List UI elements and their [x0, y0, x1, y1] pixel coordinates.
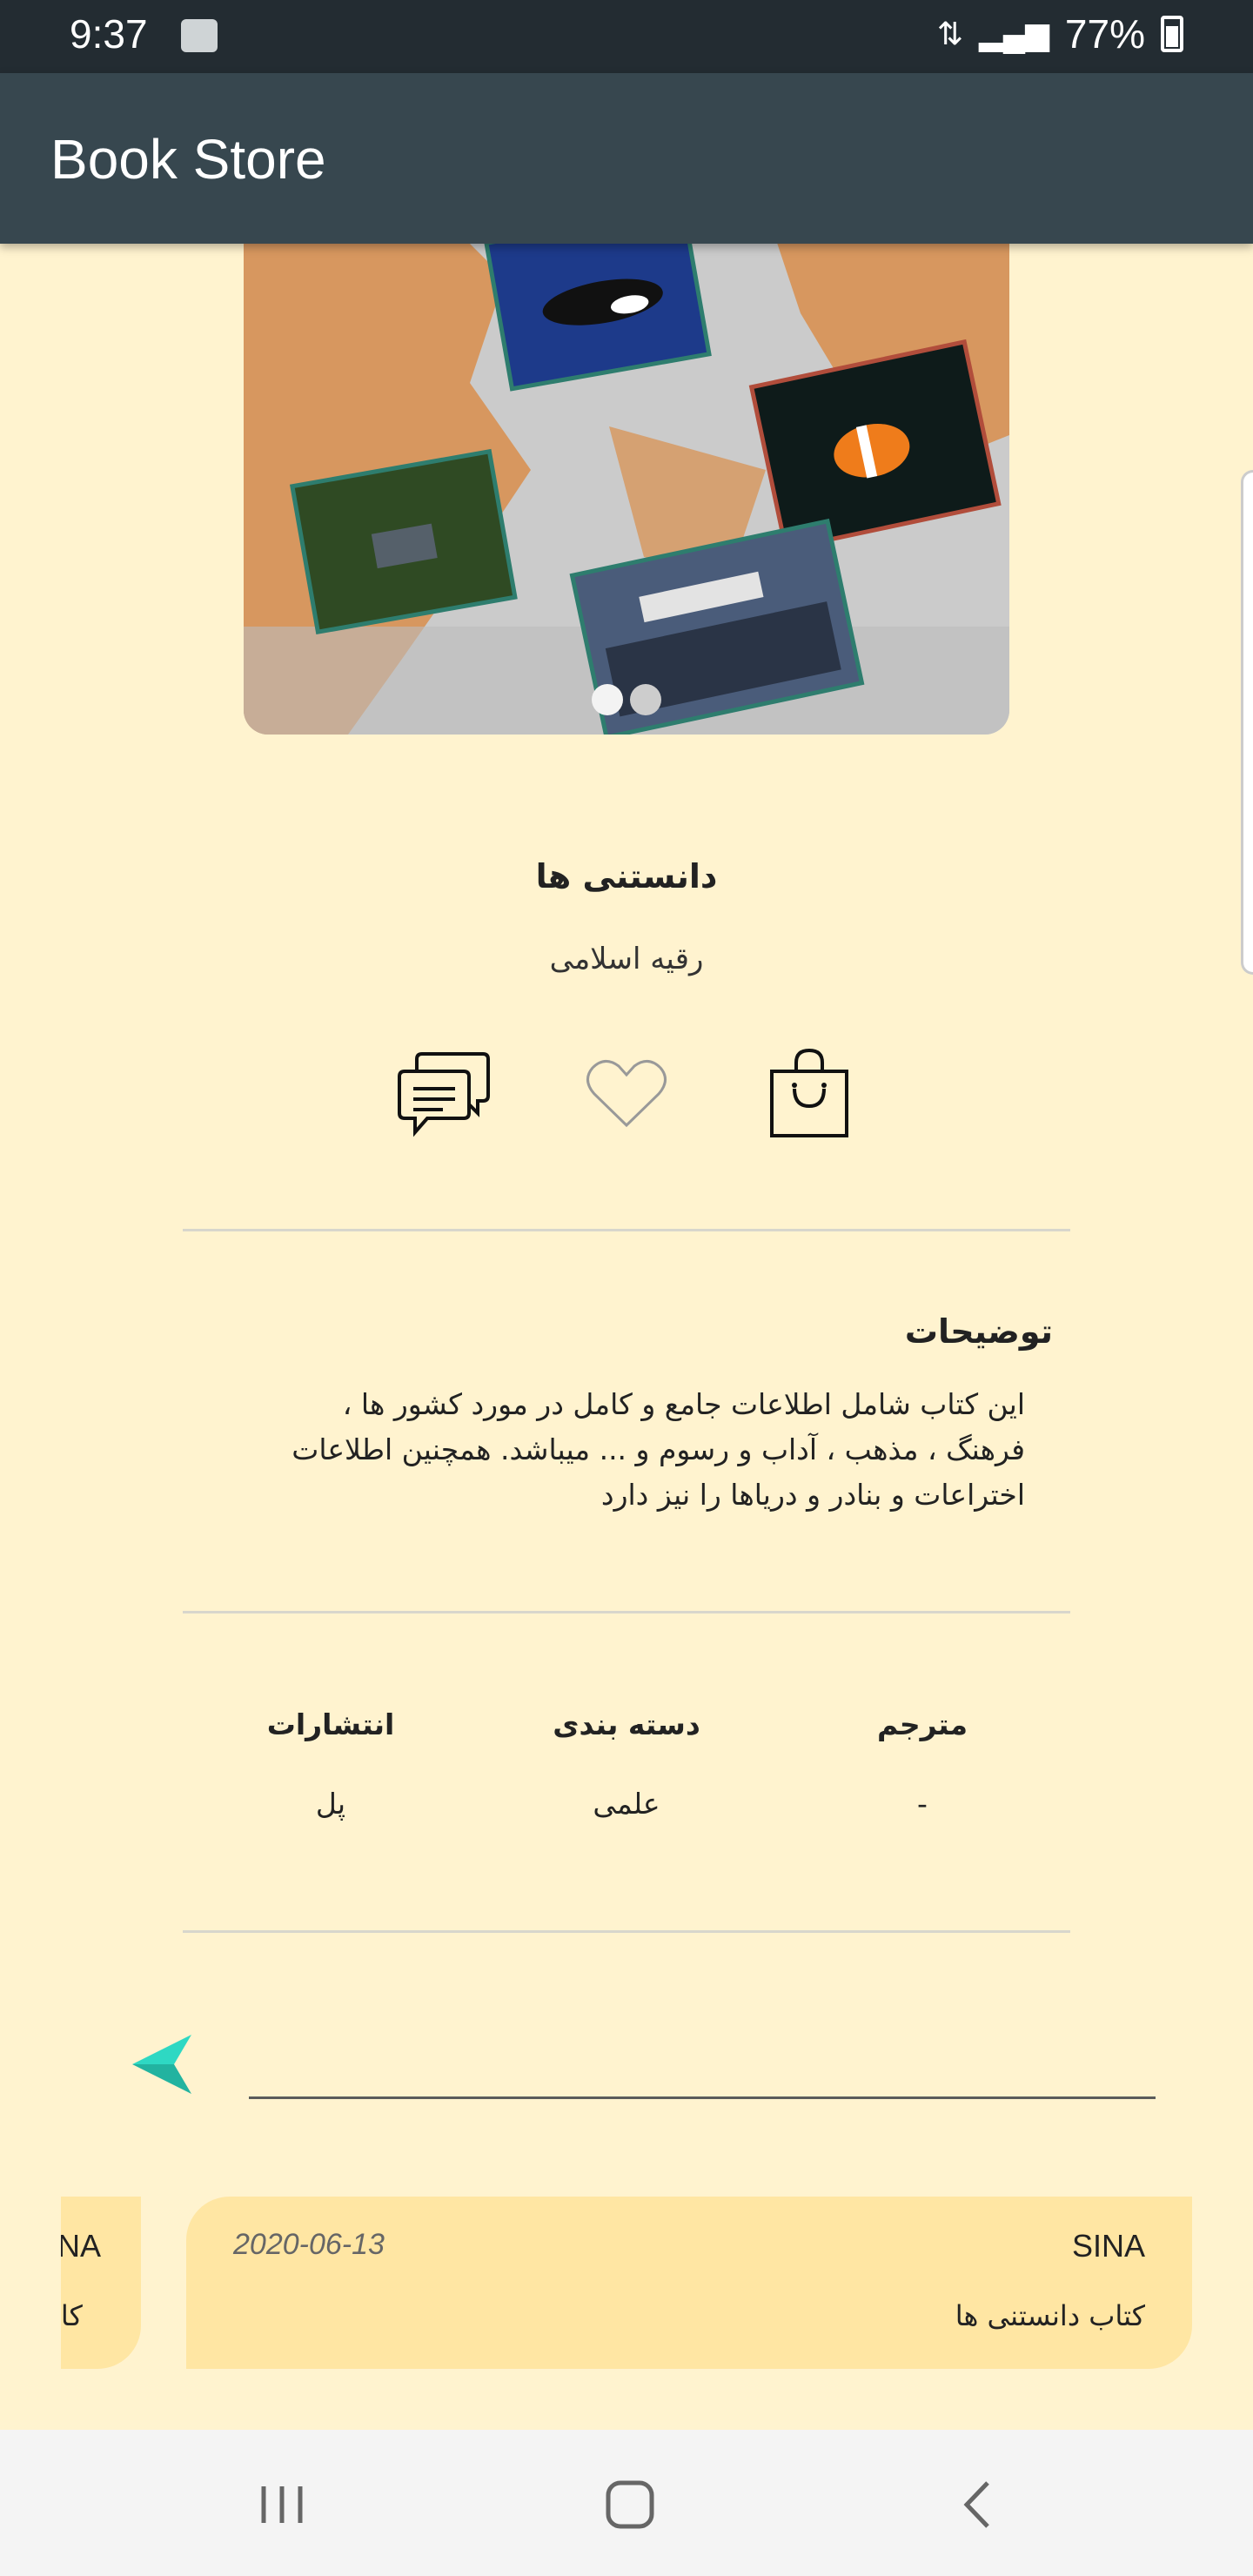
add-to-cart-button[interactable] — [757, 1041, 861, 1145]
signal-icon: ▂▄▆ — [979, 16, 1049, 51]
recent-apps-button[interactable] — [247, 2470, 317, 2539]
description-heading: توضیحات — [904, 1312, 1053, 1351]
category-column: دسته بندی علمی — [496, 1707, 757, 1821]
comment-date: 2020-06-13 — [233, 2228, 385, 2261]
edge-panel-handle[interactable] — [1241, 470, 1253, 975]
category-label: دسته بندی — [553, 1707, 700, 1741]
divider — [183, 1930, 1070, 1933]
shopping-bag-icon — [770, 1048, 848, 1137]
wifi-icon — [181, 19, 218, 52]
favorite-button[interactable] — [574, 1041, 679, 1145]
battery-icon — [1161, 16, 1183, 52]
category-value: علمی — [593, 1787, 660, 1821]
publisher-label: انتشارات — [266, 1707, 395, 1741]
chat-icon — [398, 1052, 490, 1137]
status-time: 9:37 — [70, 11, 148, 57]
status-bar: 9:37 ⇅ ▂▄▆ 77% — [0, 0, 1253, 73]
system-navigation-bar — [0, 2430, 1253, 2576]
home-icon — [606, 2480, 654, 2529]
recent-apps-icon — [261, 2486, 303, 2523]
description-text: این کتاب شامل اطلاعات جامع و کامل در مور… — [242, 1382, 1025, 1518]
home-button[interactable] — [595, 2470, 665, 2539]
send-comment-button[interactable] — [131, 2033, 193, 2096]
pager-dot-active[interactable] — [592, 684, 623, 715]
translator-value: - — [917, 1787, 928, 1821]
description-line: اختراعات و بنادر و دریاها را نیز دارد — [600, 1478, 1025, 1512]
comment-user: NA — [61, 2228, 102, 2264]
description-line: فرهنگ ، مذهب ، آداب و رسوم و ... میباشد.… — [291, 1432, 1025, 1466]
pager-dot[interactable] — [630, 684, 661, 715]
send-icon — [132, 2035, 191, 2094]
divider — [183, 1611, 1070, 1613]
publisher-column: انتشارات پل — [200, 1707, 461, 1821]
translator-label: مترجم — [876, 1707, 968, 1741]
comment-text: کتاب دانستنی ها — [955, 2299, 1145, 2332]
comments-button[interactable] — [392, 1041, 496, 1145]
book-title: دانستنی ها — [535, 857, 718, 896]
data-transfer-icon: ⇅ — [936, 16, 964, 51]
back-icon — [963, 2481, 989, 2528]
app-bar: Book Store — [0, 73, 1253, 244]
comment-text: کام — [61, 2299, 83, 2332]
comment-card[interactable]: 2020-06-13 SINA کتاب دانستنی ها — [186, 2197, 1192, 2369]
description-line: این کتاب شامل اطلاعات جامع و کامل در مور… — [342, 1387, 1025, 1421]
heart-icon — [586, 1060, 667, 1128]
book-author: رقیه اسلامی — [549, 942, 704, 976]
cover-illustration — [244, 209, 1009, 735]
app-title: Book Store — [50, 128, 326, 191]
translator-column: مترجم - — [792, 1707, 1053, 1821]
battery-percent: 77% — [1064, 11, 1145, 57]
status-right: ⇅ ▂▄▆ 77% — [937, 10, 1183, 57]
comment-card[interactable]: NA کام — [61, 2197, 141, 2369]
back-button[interactable] — [943, 2470, 1013, 2539]
comment-input[interactable] — [249, 2054, 1156, 2099]
publisher-value: پل — [315, 1787, 346, 1821]
comment-user: SINA — [1071, 2228, 1145, 2264]
image-pager-indicator — [592, 684, 661, 715]
divider — [183, 1229, 1070, 1231]
book-cover-image[interactable] — [244, 209, 1009, 735]
